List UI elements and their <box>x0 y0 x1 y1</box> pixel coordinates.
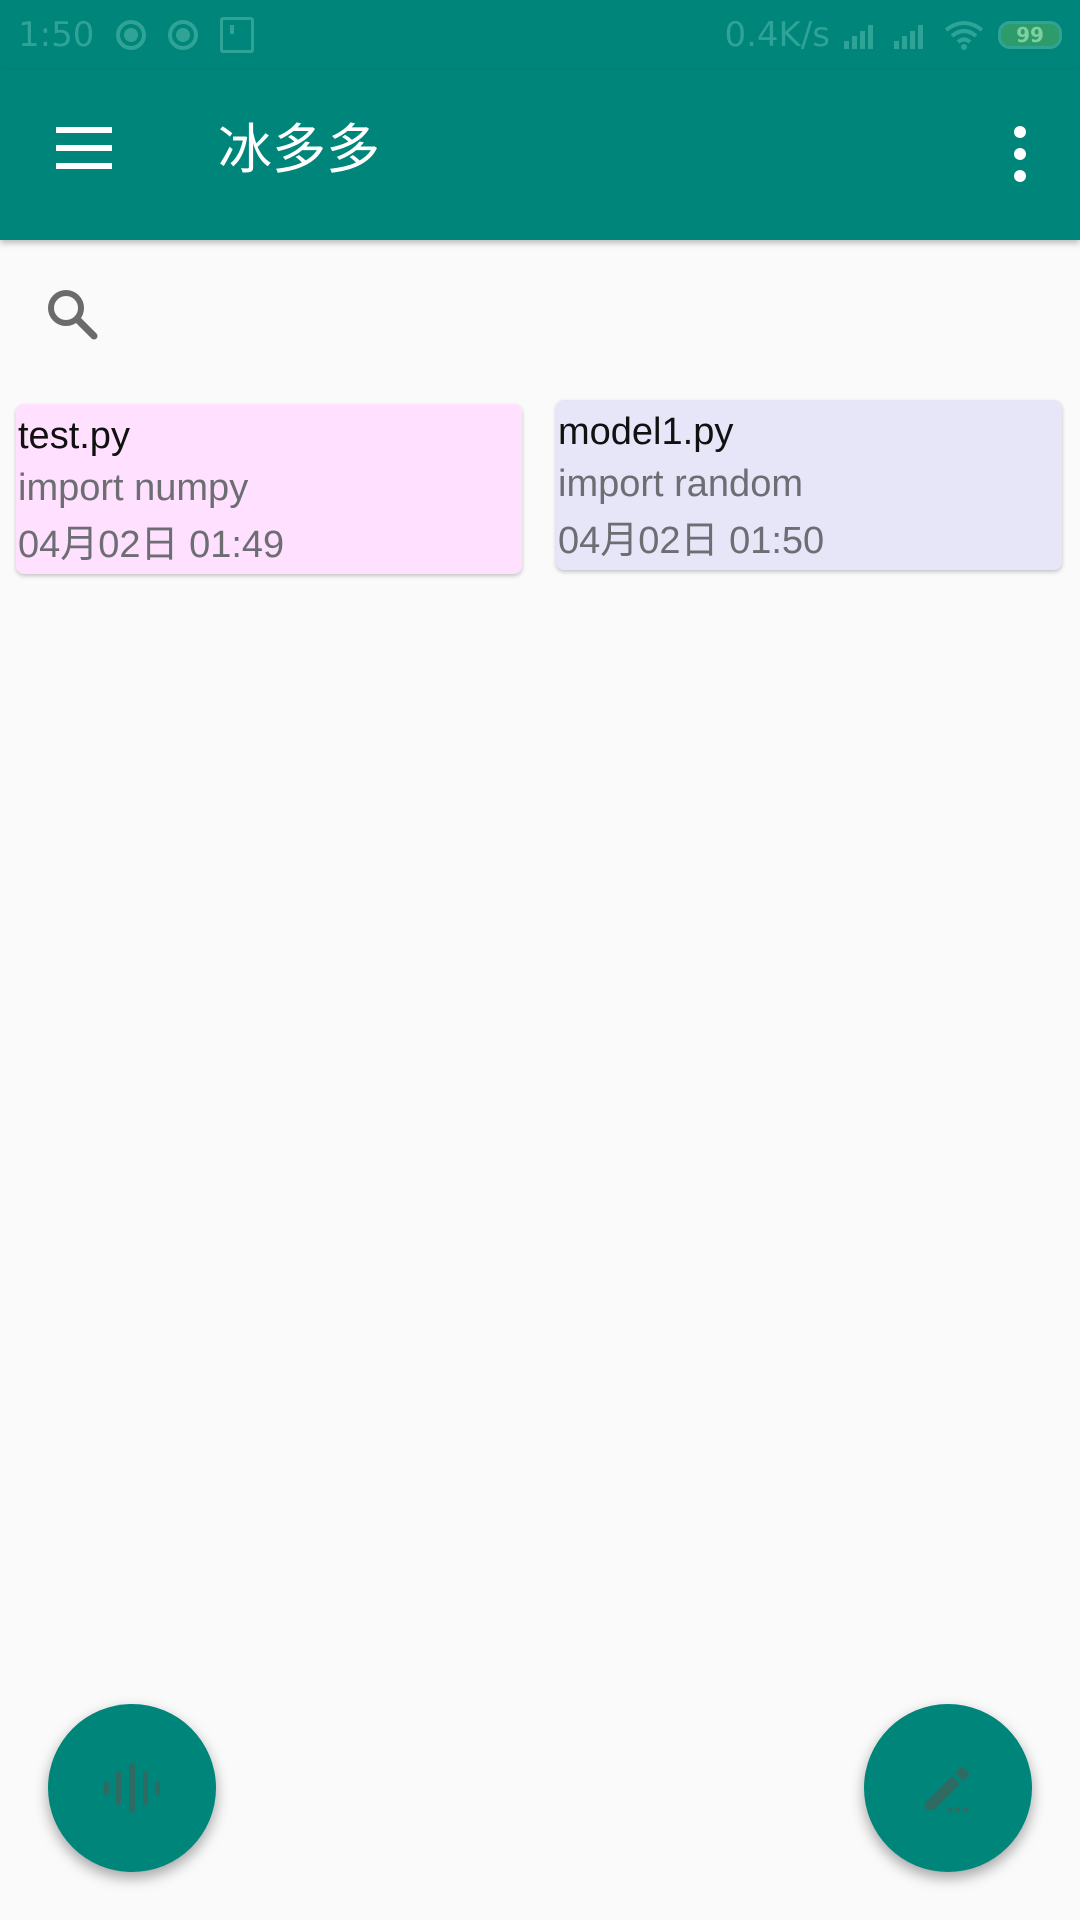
more-vert-icon[interactable] <box>1000 126 1040 182</box>
note-date: 04月02日 01:50 <box>558 520 825 562</box>
network-speed: 0.4K/s <box>724 15 830 55</box>
note-preview: import numpy <box>18 467 249 509</box>
app-title: 冰多多 <box>218 118 380 181</box>
hamburger-menu-icon[interactable] <box>40 116 128 180</box>
note-date: 04月02日 01:49 <box>18 524 285 566</box>
battery-icon: 99 <box>998 21 1062 49</box>
note-title: model1.py <box>558 411 734 453</box>
notification-icon <box>116 20 147 50</box>
search-bar <box>0 240 1080 380</box>
note-title: test.py <box>18 415 130 457</box>
signal-icon <box>844 25 873 49</box>
sim-card-icon <box>220 17 255 53</box>
note-card[interactable]: test.py import numpy 04月02日 01:49 <box>16 404 522 574</box>
search-icon[interactable] <box>42 284 102 344</box>
status-bar: 1:50 0.4K/s 99 <box>0 0 1080 70</box>
search-input[interactable] <box>120 280 1024 352</box>
voice-input-button[interactable] <box>48 1704 216 1872</box>
voice-waveform-icon <box>104 1763 160 1813</box>
note-card[interactable]: model1.py import random 04月02日 01:50 <box>556 400 1062 570</box>
signal-icon <box>894 25 923 49</box>
wifi-icon <box>944 21 984 50</box>
new-note-button[interactable] <box>864 1704 1032 1872</box>
note-preview: import random <box>558 463 803 505</box>
edit-pencil-icon <box>926 1767 969 1813</box>
status-time: 1:50 <box>18 15 95 55</box>
notification-icon <box>168 20 199 50</box>
app-bar: 冰多多 <box>0 70 1080 240</box>
